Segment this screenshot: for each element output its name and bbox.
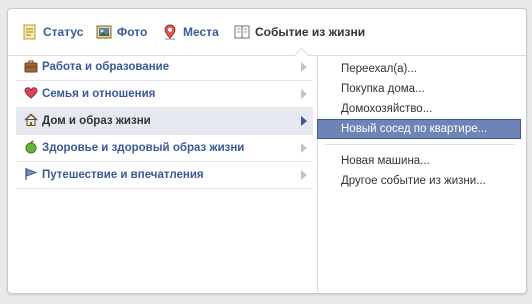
chevron-right-icon bbox=[301, 116, 307, 126]
status-icon bbox=[22, 24, 38, 40]
tab-status[interactable]: Статус bbox=[22, 22, 83, 42]
category-label: Семья и отношения bbox=[42, 88, 156, 100]
life-event-book-icon bbox=[234, 24, 250, 40]
category-label: Здоровье и здоровый образ жизни bbox=[42, 142, 245, 154]
category-list: Работа и образование Семья и отношения Д… bbox=[16, 54, 313, 189]
place-pin-icon bbox=[162, 24, 178, 40]
house-icon bbox=[24, 113, 38, 127]
tab-photo-label: Фото bbox=[117, 25, 148, 39]
submenu-list: Переехал(а)... Покупка дома... Домохозяй… bbox=[317, 59, 521, 191]
heart-icon bbox=[24, 86, 38, 100]
category-travel-experiences[interactable]: Путешествие и впечатления bbox=[16, 162, 313, 189]
submenu-item-new-vehicle[interactable]: Новая машина... bbox=[319, 151, 521, 171]
tab-photo[interactable]: Фото bbox=[96, 22, 147, 42]
flag-icon bbox=[24, 167, 38, 181]
submenu-item-bought-home[interactable]: Покупка дома... bbox=[319, 79, 521, 99]
composer-tabs: Статус Фото Места Событие из жизни bbox=[8, 9, 526, 56]
tab-status-label: Статус bbox=[43, 25, 84, 39]
submenu-separator bbox=[325, 144, 515, 145]
tab-places-label: Места bbox=[183, 25, 219, 39]
tab-life-event[interactable]: Событие из жизни bbox=[234, 22, 365, 42]
tab-life-event-label: Событие из жизни bbox=[255, 25, 366, 39]
photo-icon bbox=[96, 24, 112, 40]
category-family-relationships[interactable]: Семья и отношения bbox=[16, 81, 313, 108]
chevron-right-icon bbox=[301, 89, 307, 99]
column-divider bbox=[317, 55, 318, 292]
category-home-lifestyle[interactable]: Дом и образ жизни bbox=[16, 108, 313, 135]
submenu-item-other-life-event[interactable]: Другое событие из жизни... bbox=[319, 171, 521, 191]
life-event-composer: Статус Фото Места Событие из жизни Работ… bbox=[7, 8, 527, 294]
category-label: Работа и образование bbox=[42, 61, 170, 73]
submenu-item-moved[interactable]: Переехал(а)... bbox=[319, 59, 521, 79]
category-label: Дом и образ жизни bbox=[42, 115, 151, 127]
submenu-item-home-improvement[interactable]: Домохозяйство... bbox=[319, 99, 521, 119]
chevron-right-icon bbox=[301, 62, 307, 72]
chevron-right-icon bbox=[301, 143, 307, 153]
category-work-education[interactable]: Работа и образование bbox=[16, 54, 313, 81]
tab-places[interactable]: Места bbox=[162, 22, 219, 42]
briefcase-icon bbox=[24, 59, 38, 73]
category-label: Путешествие и впечатления bbox=[42, 169, 204, 181]
category-health-wellness[interactable]: Здоровье и здоровый образ жизни bbox=[16, 135, 313, 162]
apple-icon bbox=[24, 140, 38, 154]
submenu-item-new-roommate[interactable]: Новый сосед по квартире... bbox=[317, 119, 521, 139]
chevron-right-icon bbox=[301, 170, 307, 180]
